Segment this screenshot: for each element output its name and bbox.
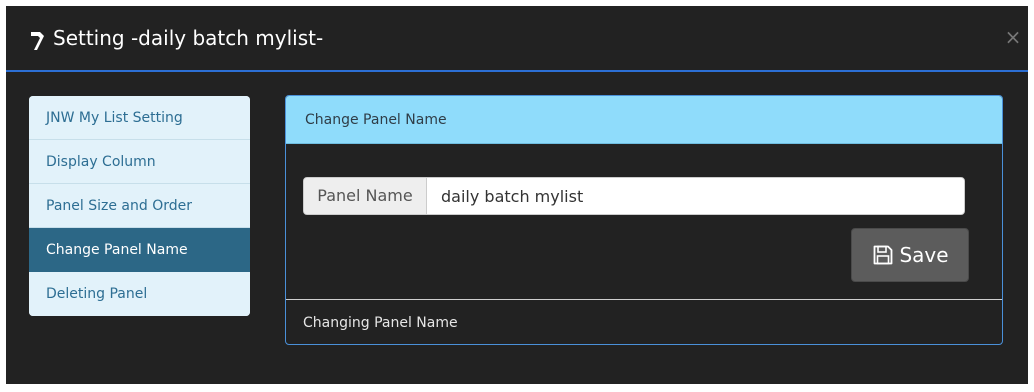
wrench-icon — [31, 32, 44, 50]
floppy-disk-icon — [874, 245, 893, 265]
dialog-title: Setting -daily batch mylist- — [53, 26, 324, 50]
nav-item-display-column[interactable]: Display Column — [29, 140, 250, 184]
close-button[interactable]: × — [1002, 26, 1024, 48]
nav-item-deleting-panel[interactable]: Deleting Panel — [29, 272, 250, 316]
save-button[interactable]: Save — [851, 228, 969, 282]
nav-item-panel-size-and-order[interactable]: Panel Size and Order — [29, 184, 250, 228]
settings-nav: JNW My List Setting Display Column Panel… — [29, 96, 250, 316]
nav-item-jnw-my-list-setting[interactable]: JNW My List Setting — [29, 96, 250, 140]
save-label: Save — [899, 243, 949, 267]
panel-name-label: Panel Name — [304, 178, 427, 214]
nav-item-change-panel-name[interactable]: Change Panel Name — [29, 228, 250, 272]
dialog-header: Setting -daily batch mylist- × — [6, 6, 1028, 72]
panel-name-input[interactable] — [427, 178, 964, 214]
settings-dialog: Setting -daily batch mylist- × JNW My Li… — [6, 6, 1028, 384]
panel-heading: Change Panel Name — [286, 96, 1002, 144]
change-panel-name-panel: Change Panel Name Panel Name Save Changi… — [285, 95, 1003, 345]
panel-footer: Changing Panel Name — [286, 299, 1002, 344]
panel-name-input-group: Panel Name — [303, 177, 965, 215]
